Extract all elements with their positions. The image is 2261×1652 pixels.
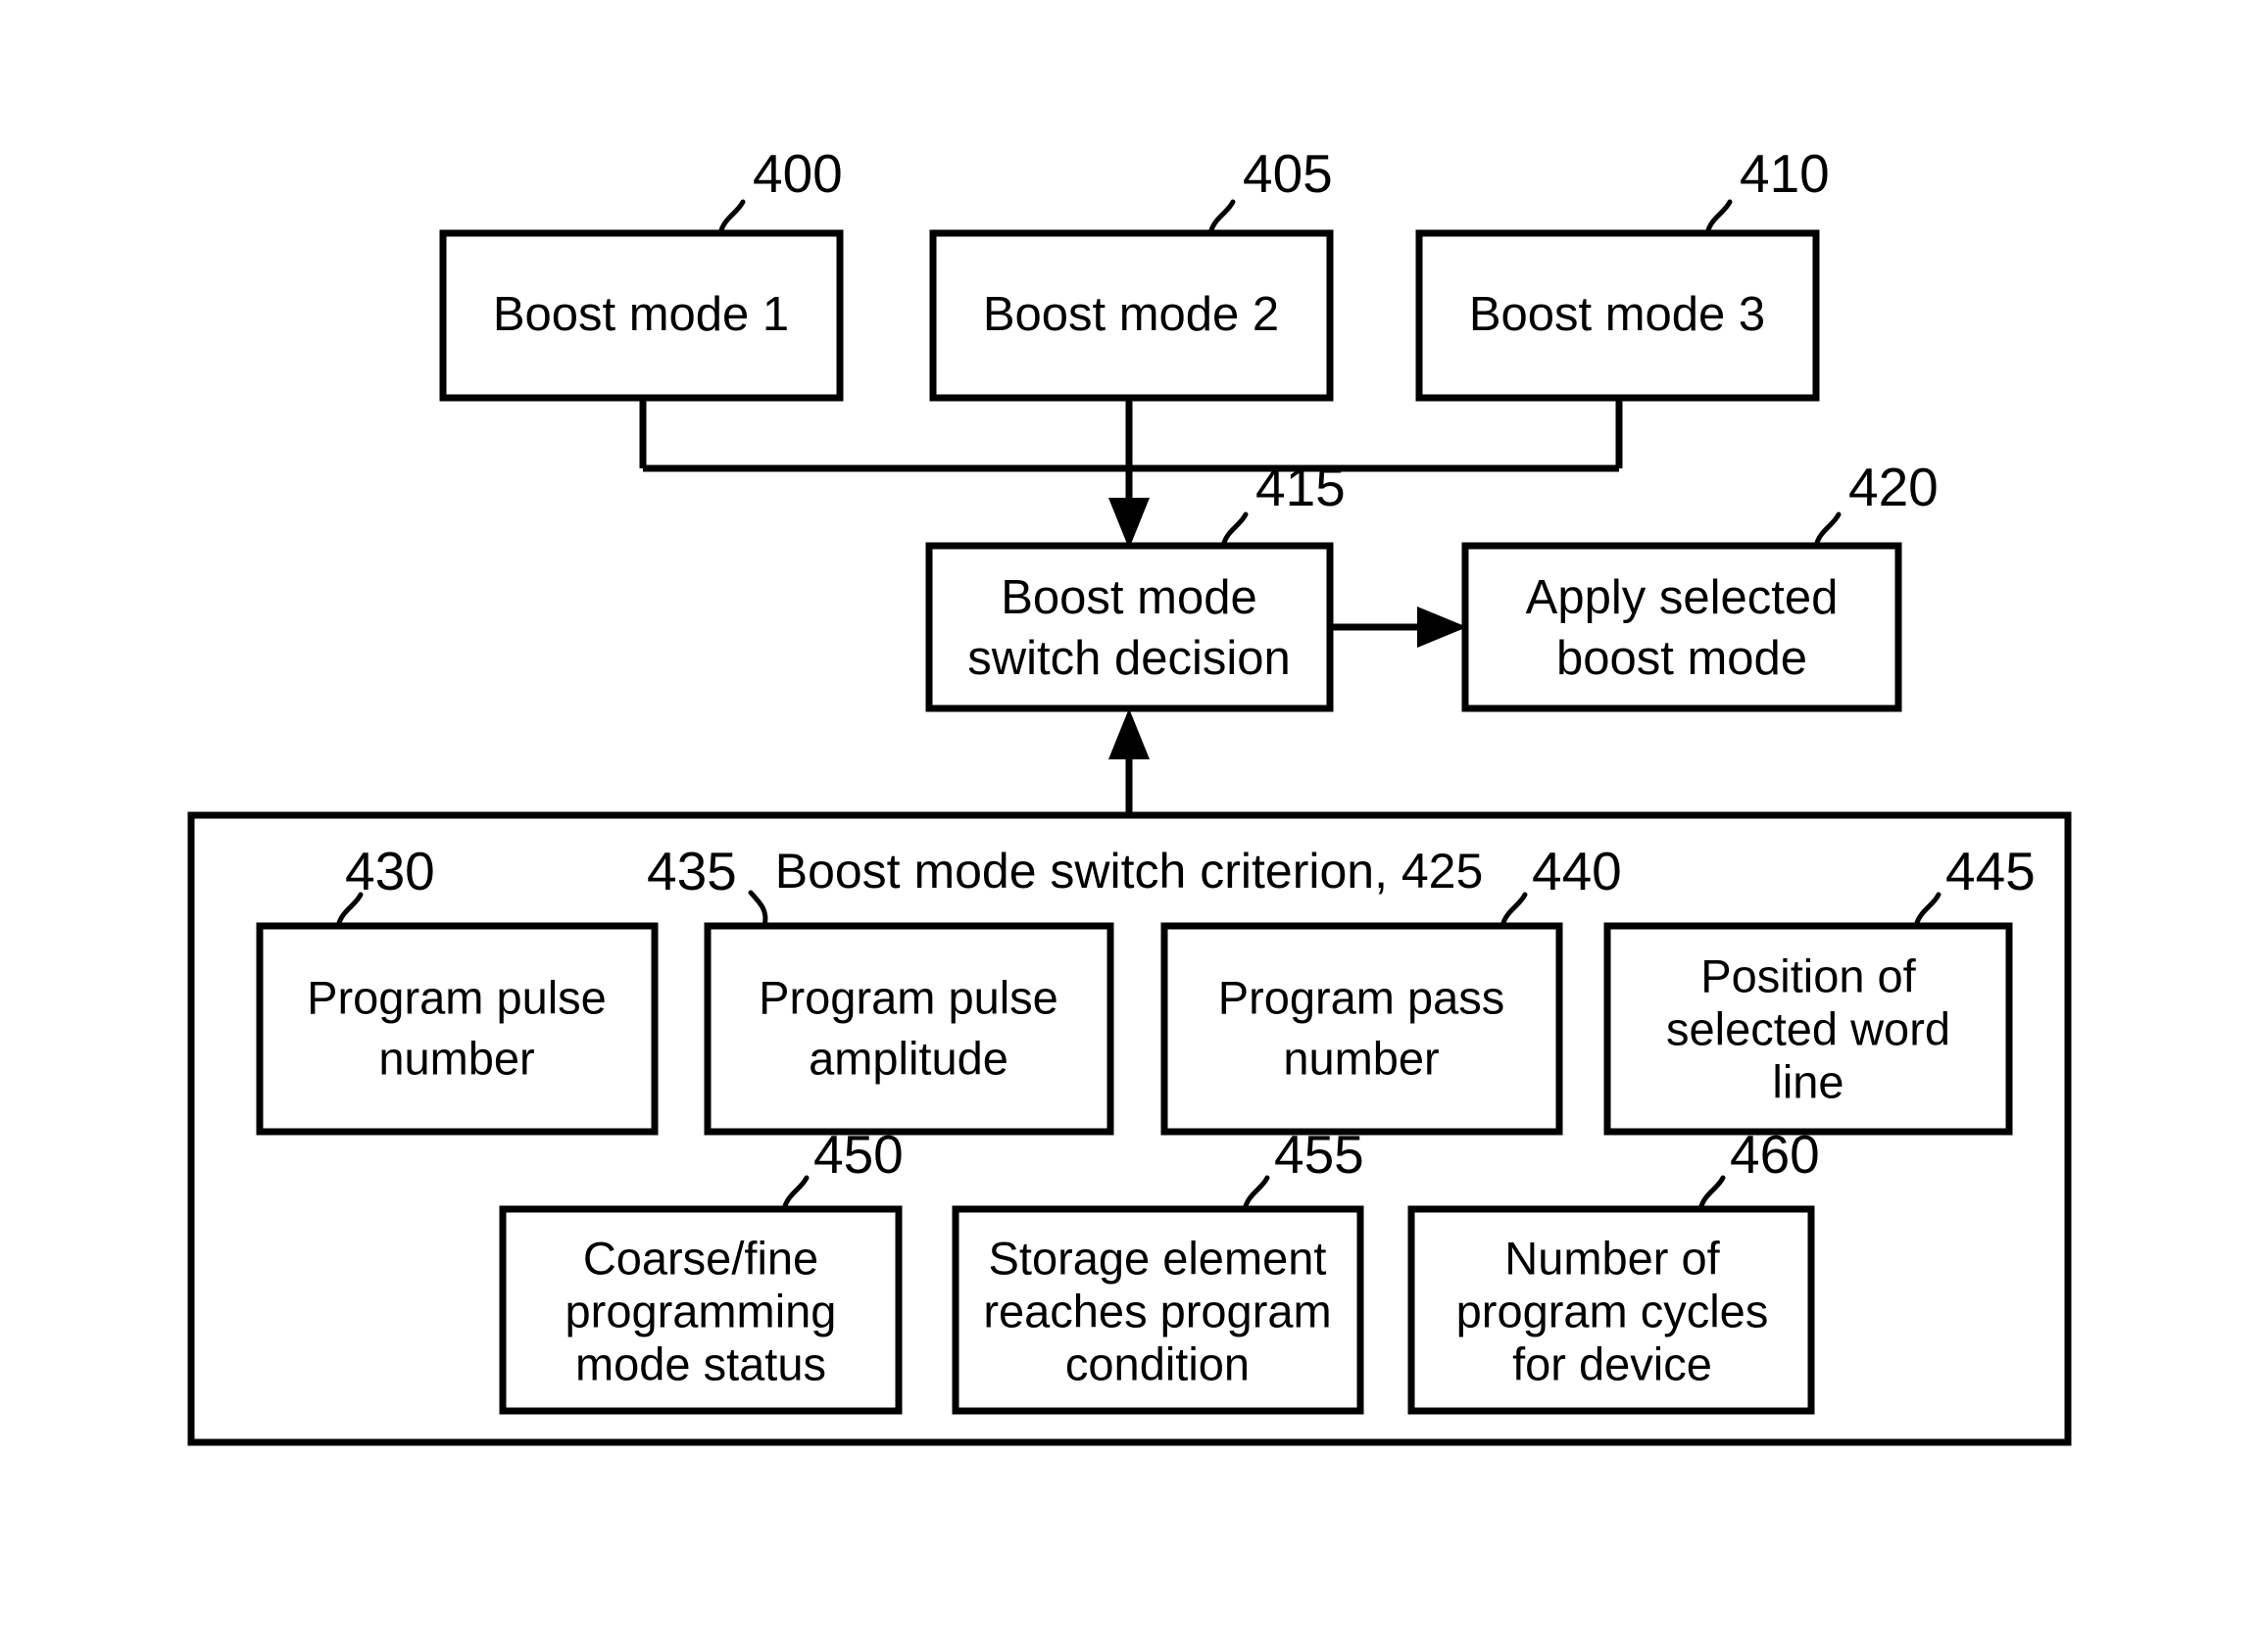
leader-line-420 [1813, 511, 1842, 549]
criterion-455-line-1: Storage element [989, 1232, 1327, 1284]
boost-mode-3-label: Boost mode 3 [1469, 288, 1765, 341]
criterion-450-line-1: Coarse/fine [583, 1232, 818, 1284]
leader-line-410 [1704, 199, 1733, 236]
criterion-container-title: Boost mode switch criterion, 425 [775, 844, 1484, 899]
criterion-435-line-1: Program pulse [759, 971, 1058, 1023]
decision-label-line-1: Boost mode [1001, 571, 1257, 624]
patent-figure: Boost mode 1 400 Boost mode 2 405 Boost … [0, 0, 2261, 1652]
arrowhead-into-apply [1417, 607, 1467, 648]
criterion-450-line-3: mode status [575, 1337, 826, 1389]
criterion-box-program-pulse-amplitude[interactable]: Program pulse amplitude [704, 922, 1114, 1136]
criterion-450-line-2: programming [565, 1285, 837, 1336]
criterion-460-line-3: for device [1512, 1337, 1712, 1389]
criterion-430-line-1: Program pulse [307, 971, 607, 1023]
criterion-440-line-2: number [1283, 1032, 1439, 1084]
criterion-445-line-1: Position of [1700, 949, 1916, 1001]
criterion-435-rect[interactable] [704, 922, 1114, 1136]
criterion-440-rect[interactable] [1160, 922, 1563, 1136]
criterion-box-position-of-selected-word-line[interactable]: Position of selected word line [1603, 922, 2013, 1136]
boost-mode-2-box[interactable]: Boost mode 2 [929, 229, 1334, 402]
leader-line-440 [1499, 892, 1528, 929]
boost-mode-bus-connector [639, 398, 1623, 549]
ref-number-430: 430 [345, 841, 435, 901]
leader-line-405 [1207, 199, 1236, 236]
decision-label-line-2: switch decision [967, 632, 1291, 685]
criterion-445-line-3: line [1772, 1055, 1843, 1107]
ref-405-leader: 405 [1207, 143, 1333, 236]
ref-410-leader: 410 [1704, 143, 1830, 236]
criterion-455-line-3: condition [1065, 1337, 1250, 1389]
boost-mode-1-label: Boost mode 1 [493, 288, 789, 341]
ref-400-leader: 400 [717, 143, 843, 236]
criterion-460-line-1: Number of [1504, 1232, 1720, 1284]
ref-number-405: 405 [1243, 143, 1333, 204]
boost-mode-1-box[interactable]: Boost mode 1 [439, 229, 844, 402]
ref-440-leader: 440 [1499, 841, 1622, 929]
ref-number-400: 400 [753, 143, 843, 204]
criterion-box-program-pass-number[interactable]: Program pass number [1160, 922, 1563, 1136]
ref-455-leader: 455 [1242, 1124, 1364, 1212]
ref-number-410: 410 [1740, 143, 1830, 204]
boost-mode-3-box[interactable]: Boost mode 3 [1415, 229, 1820, 402]
criterion-440-line-1: Program pass [1218, 971, 1505, 1023]
boost-mode-2-label: Boost mode 2 [983, 288, 1279, 341]
criterion-box-storage-element-reaches-program-condition[interactable]: Storage element reaches program conditio… [952, 1205, 1364, 1415]
arrowhead-into-decision-bottom [1108, 708, 1150, 759]
ref-420-leader: 420 [1813, 457, 1939, 549]
leader-line-455 [1242, 1175, 1270, 1212]
criterion-box-program-pulse-number[interactable]: Program pulse number [256, 922, 659, 1136]
criterion-445-line-2: selected word [1666, 1002, 1950, 1054]
leader-line-400 [717, 199, 746, 236]
apply-label-line-2: boost mode [1556, 632, 1807, 685]
ref-number-420: 420 [1848, 457, 1939, 517]
leader-line-460 [1697, 1175, 1726, 1212]
leader-line-445 [1913, 892, 1942, 929]
leader-line-435 [748, 890, 768, 929]
ref-430-leader: 430 [335, 841, 435, 929]
criterion-430-rect[interactable] [256, 922, 659, 1136]
ref-445-leader: 445 [1913, 841, 2036, 929]
leader-line-450 [781, 1175, 810, 1212]
ref-number-445: 445 [1945, 841, 2036, 901]
ref-460-leader: 460 [1697, 1124, 1820, 1212]
arrowhead-into-decision [1108, 498, 1150, 549]
flow-diagram-canvas: Boost mode 1 400 Boost mode 2 405 Boost … [187, 143, 2072, 1446]
criterion-box-number-of-program-cycles-for-device[interactable]: Number of program cycles for device [1407, 1205, 1815, 1415]
ref-number-415: 415 [1255, 457, 1346, 517]
criterion-460-line-2: program cycles [1456, 1285, 1769, 1336]
ref-450-leader: 450 [781, 1124, 904, 1212]
criterion-455-line-2: reaches program [983, 1285, 1331, 1336]
ref-number-455: 455 [1274, 1124, 1364, 1185]
leader-line-415 [1220, 511, 1249, 549]
ref-number-460: 460 [1730, 1124, 1820, 1185]
decision-to-apply-connector [1330, 607, 1467, 648]
boost-mode-switch-decision-box[interactable]: Boost mode switch decision [925, 542, 1334, 712]
criterion-box-coarse-fine-programming-mode-status[interactable]: Coarse/fine programming mode status [499, 1205, 903, 1415]
criterion-430-line-2: number [378, 1032, 534, 1084]
apply-label-line-1: Apply selected [1526, 571, 1839, 624]
ref-number-450: 450 [813, 1124, 904, 1185]
criterion-to-decision-connector [1108, 708, 1150, 815]
ref-number-435: 435 [647, 841, 737, 901]
ref-435-leader: 435 [647, 841, 768, 929]
ref-number-440: 440 [1532, 841, 1622, 901]
apply-selected-boost-mode-box[interactable]: Apply selected boost mode [1461, 542, 1902, 712]
criterion-435-line-2: amplitude [809, 1032, 1008, 1084]
